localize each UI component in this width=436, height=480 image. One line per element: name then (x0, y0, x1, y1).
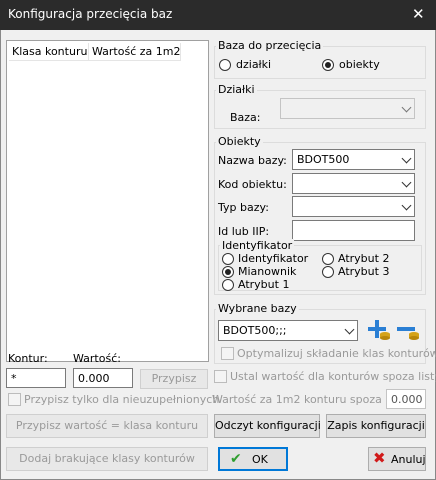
kod-obiektu-combo[interactable] (292, 173, 415, 194)
radio-obiekty[interactable] (322, 59, 334, 71)
chevron-down-icon (401, 200, 412, 211)
baza-label: Baza: (230, 111, 261, 124)
przypisz-tylko-label: Przypisz tylko dla nieuzupełnionych (24, 393, 220, 406)
kontur-input[interactable]: * (6, 368, 66, 388)
add-database-icon[interactable] (367, 318, 391, 342)
identyfikator-title: Identyfikator (220, 239, 295, 252)
optimize-label: Optymalizuj składanie klas konturów (237, 347, 436, 360)
baza-do-przeciecia-title: Baza do przecięcia (216, 39, 324, 52)
przypisz-button: Przypisz (140, 369, 208, 389)
radio-atrybut-1-label[interactable]: Atrybut 1 (238, 278, 289, 291)
anuluj-button[interactable]: ✖ Anuluj (368, 447, 426, 471)
column-header-wartosc[interactable]: Wartość za 1m2 (89, 43, 181, 61)
ustal-wartosc-checkbox (214, 370, 227, 383)
przypisz-tylko-checkbox (8, 393, 21, 406)
nazwa-bazy-label: Nazwa bazy: (218, 154, 287, 167)
window-title: Konfiguracja przecięcia baz (8, 7, 173, 21)
wartosc-label: Wartość: (73, 352, 121, 365)
nazwa-bazy-combo[interactable]: BDOT500 (292, 149, 415, 170)
radio-obiekty-label[interactable]: obiekty (339, 58, 380, 71)
obiekty-title: Obiekty (216, 135, 263, 148)
kontur-label: Kontur: (8, 352, 48, 365)
kontur-class-list[interactable]: Klasa konturu Wartość za 1m2 (6, 40, 209, 362)
baza-combo (280, 98, 415, 119)
radio-identyfikator[interactable] (222, 253, 234, 265)
zapis-konfiguracji-button[interactable]: Zapis konfiguracji (326, 414, 426, 438)
chevron-down-icon (401, 177, 412, 188)
radio-atrybut-3-label[interactable]: Atrybut 3 (338, 265, 389, 278)
radio-mianownik-label[interactable]: Mianownik (238, 265, 296, 278)
check-icon: ✔ (230, 451, 242, 467)
id-lub-iip-input[interactable] (292, 220, 415, 241)
przypisz-wartosc-button: Przypisz wartość = klasa konturu (6, 414, 208, 438)
wybrane-bazy-combo[interactable]: BDOT500;;; (218, 320, 358, 341)
wartosc-input[interactable]: 0.000 (73, 368, 133, 388)
wybrane-bazy-title: Wybrane bazy (216, 302, 299, 315)
typ-bazy-label: Typ bazy: (218, 201, 269, 214)
cancel-icon: ✖ (373, 449, 386, 467)
wartosc-spoza-input: 0.000 (386, 389, 426, 409)
close-icon[interactable]: ✕ (412, 5, 425, 23)
radio-mianownik[interactable] (222, 266, 234, 278)
radio-dzialki-label[interactable]: działki (236, 58, 271, 71)
wartosc-spoza-label: Wartość za 1m2 konturu spoza listy: (212, 393, 411, 406)
radio-atrybut-2-label[interactable]: Atrybut 2 (338, 252, 389, 265)
typ-bazy-combo[interactable] (292, 196, 415, 217)
odczyt-konfiguracji-button[interactable]: Odczyt konfiguracji (214, 414, 321, 438)
id-lub-iip-label: Id lub IIP: (218, 225, 270, 238)
ok-label: OK (252, 453, 268, 466)
chevron-down-icon (401, 153, 412, 164)
radio-atrybut-2[interactable] (322, 253, 334, 265)
radio-identyfikator-label[interactable]: Identyfikator (238, 252, 308, 265)
chevron-down-icon (401, 102, 412, 113)
dodaj-brakujace-button: Dodaj brakujące klasy konturów (6, 447, 208, 471)
radio-atrybut-3[interactable] (322, 266, 334, 278)
ok-button[interactable]: ✔ OK (218, 447, 288, 471)
chevron-down-icon (344, 324, 355, 335)
optimize-checkbox (221, 347, 234, 360)
remove-database-icon[interactable] (396, 318, 420, 342)
dzialki-title: Działki (216, 83, 257, 96)
radio-atrybut-1[interactable] (222, 279, 234, 291)
ustal-wartosc-label: Ustal wartość dla konturów spoza listy (230, 370, 436, 383)
radio-dzialki[interactable] (219, 59, 231, 71)
column-header-klasa[interactable]: Klasa konturu (9, 43, 89, 61)
anuluj-label: Anuluj (391, 453, 426, 466)
kod-obiektu-label: Kod obiektu: (218, 178, 287, 191)
